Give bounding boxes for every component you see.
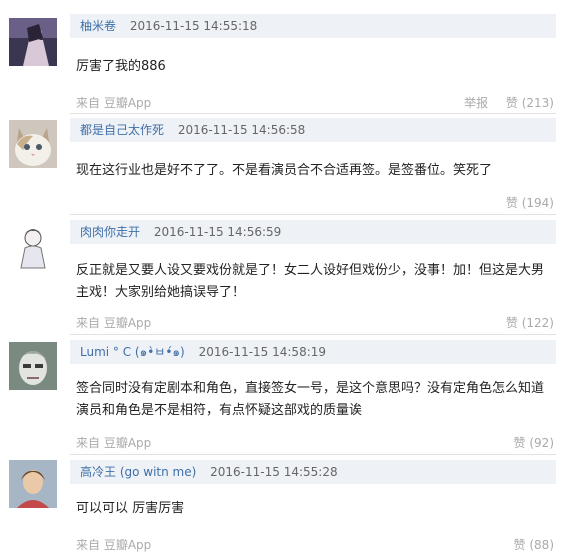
cat-photo-avatar[interactable] (9, 120, 57, 168)
comment-actions: 赞 (122) (506, 314, 554, 332)
like-button[interactable]: 赞 (92) (514, 436, 554, 450)
comment-header: 肉肉你走开 2016-11-15 14:56:59 (70, 220, 556, 244)
comment-actions: 赞 (194) (506, 194, 554, 212)
anime-character-avatar[interactable] (9, 18, 57, 66)
sketch-girl-avatar[interactable] (9, 222, 57, 270)
comment-divider (70, 334, 556, 335)
comment-author-link[interactable]: 高冷王 (go witn me) (80, 465, 196, 479)
like-button[interactable]: 赞 (88) (514, 538, 554, 552)
comment-footer: 来自 豆瓣App 赞 (88) (76, 536, 554, 554)
comment-text: 现在这行业也是好不了了。不是看演员合不合适再签。是签番位。笑死了 (76, 163, 493, 178)
report-link[interactable]: 举报 (464, 96, 488, 110)
comment-text: 可以可以 厉害厉害 (76, 501, 185, 516)
comment-footer: 来自 豆瓣App 赞 (122) (76, 314, 554, 332)
comment-text: 反正就是又要人设又要戏份就是了！女二人设好但戏份少，没事！加！但这是大男主戏！大… (76, 263, 545, 300)
comment-footer: 来自 豆瓣App 赞 (92) (76, 434, 554, 452)
comment-author-link[interactable]: 肉肉你走开 (80, 225, 140, 239)
comment-divider (70, 454, 556, 455)
face-photo-avatar[interactable] (9, 342, 57, 390)
comment-actions: 赞 (88) (514, 536, 554, 554)
person-photo-avatar[interactable] (9, 460, 57, 508)
comment-author-link[interactable]: 柚米卷 (80, 19, 116, 33)
comment-header: 柚米卷 2016-11-15 14:55:18 (70, 14, 556, 38)
comment-source: 来自 豆瓣App (76, 96, 152, 110)
comment-timestamp: 2016-11-15 14:55:18 (129, 19, 258, 33)
comment-divider (70, 214, 556, 215)
comment-timestamp: 2016-11-15 14:58:19 (198, 345, 327, 359)
comment-divider (70, 113, 556, 114)
like-button[interactable]: 赞 (213) (506, 96, 554, 110)
comment-header: 都是自己太作死 2016-11-15 14:56:58 (70, 118, 556, 142)
comment-text: 签合同时没有定剧本和角色，直接签女一号，是这个意思吗？没有定角色怎么知道演员和角… (76, 381, 545, 418)
like-button[interactable]: 赞 (122) (506, 316, 554, 330)
like-button[interactable]: 赞 (194) (506, 196, 554, 210)
comment-timestamp: 2016-11-15 14:56:58 (177, 123, 306, 137)
comment-author-link[interactable]: Lumi ° C (๑•̀ㅂ•́๑) (80, 345, 185, 359)
comment-timestamp: 2016-11-15 14:55:28 (210, 465, 338, 479)
comment-footer: 赞 (194) (76, 194, 554, 212)
comment-author-link[interactable]: 都是自己太作死 (80, 123, 164, 137)
comment-header: 高冷王 (go witn me) 2016-11-15 14:55:28 (70, 460, 556, 484)
comment-actions: 举报 赞 (213) (464, 94, 554, 112)
comment-timestamp: 2016-11-15 14:56:59 (153, 225, 282, 239)
comment-source: 来自 豆瓣App (76, 316, 152, 330)
comment-text: 厉害了我的886 (76, 59, 166, 74)
comment-header: Lumi ° C (๑•̀ㅂ•́๑) 2016-11-15 14:58:19 (70, 340, 556, 364)
comment-source: 来自 豆瓣App (76, 436, 152, 450)
comment-footer: 来自 豆瓣App 举报 赞 (213) (76, 94, 554, 112)
comment-actions: 赞 (92) (514, 434, 554, 452)
comment-source: 来自 豆瓣App (76, 538, 152, 552)
